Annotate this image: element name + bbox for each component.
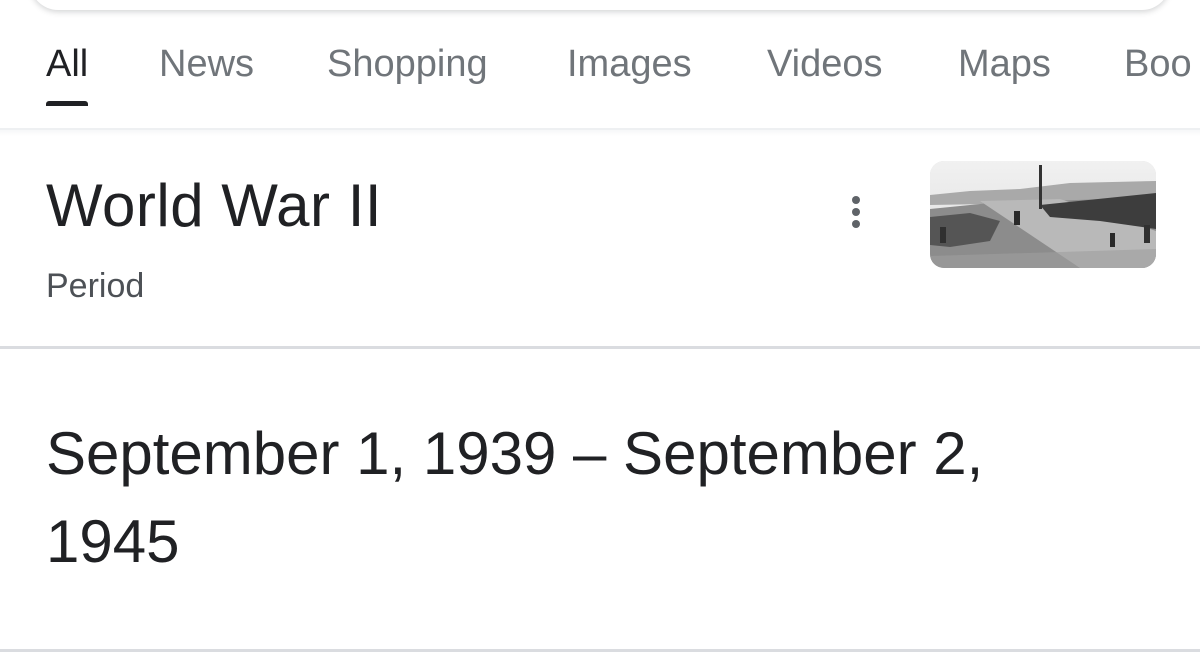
more-dot <box>852 208 860 216</box>
entity-thumbnail[interactable] <box>930 161 1156 268</box>
search-tabs: All News Shopping Images Videos Maps Boo <box>0 38 1200 128</box>
tab-label: Images <box>567 43 692 85</box>
war-photo-image <box>930 161 1156 268</box>
more-dot <box>852 196 860 204</box>
tabs-shadow <box>0 130 1200 136</box>
entity-subtitle: Period <box>46 267 145 305</box>
tab-images[interactable]: Images <box>567 38 692 106</box>
active-tab-indicator <box>46 101 89 106</box>
tab-label: Boo <box>1124 43 1192 85</box>
more-vert-icon[interactable] <box>836 190 876 234</box>
tab-shopping[interactable]: Shopping <box>327 38 488 106</box>
tab-all[interactable]: All <box>46 38 89 106</box>
section-divider <box>0 346 1200 349</box>
search-box-edge[interactable] <box>30 0 1170 10</box>
section-divider <box>0 649 1200 652</box>
tab-label: Maps <box>958 43 1051 85</box>
entity-title: World War II <box>46 172 383 239</box>
date-range-answer: September 1, 1939 – September 2, 1945 <box>46 420 984 575</box>
tab-videos[interactable]: Videos <box>767 38 883 106</box>
tab-label: News <box>159 43 255 85</box>
tab-maps[interactable]: Maps <box>958 38 1051 106</box>
tab-news[interactable]: News <box>159 38 254 106</box>
tab-books[interactable]: Boo <box>1124 38 1192 106</box>
tab-label: Shopping <box>327 43 488 85</box>
search-results-page: All News Shopping Images Videos Maps Boo… <box>0 0 1200 659</box>
tab-label: Videos <box>767 43 883 85</box>
tab-label: All <box>46 43 89 85</box>
more-dot <box>852 220 860 228</box>
